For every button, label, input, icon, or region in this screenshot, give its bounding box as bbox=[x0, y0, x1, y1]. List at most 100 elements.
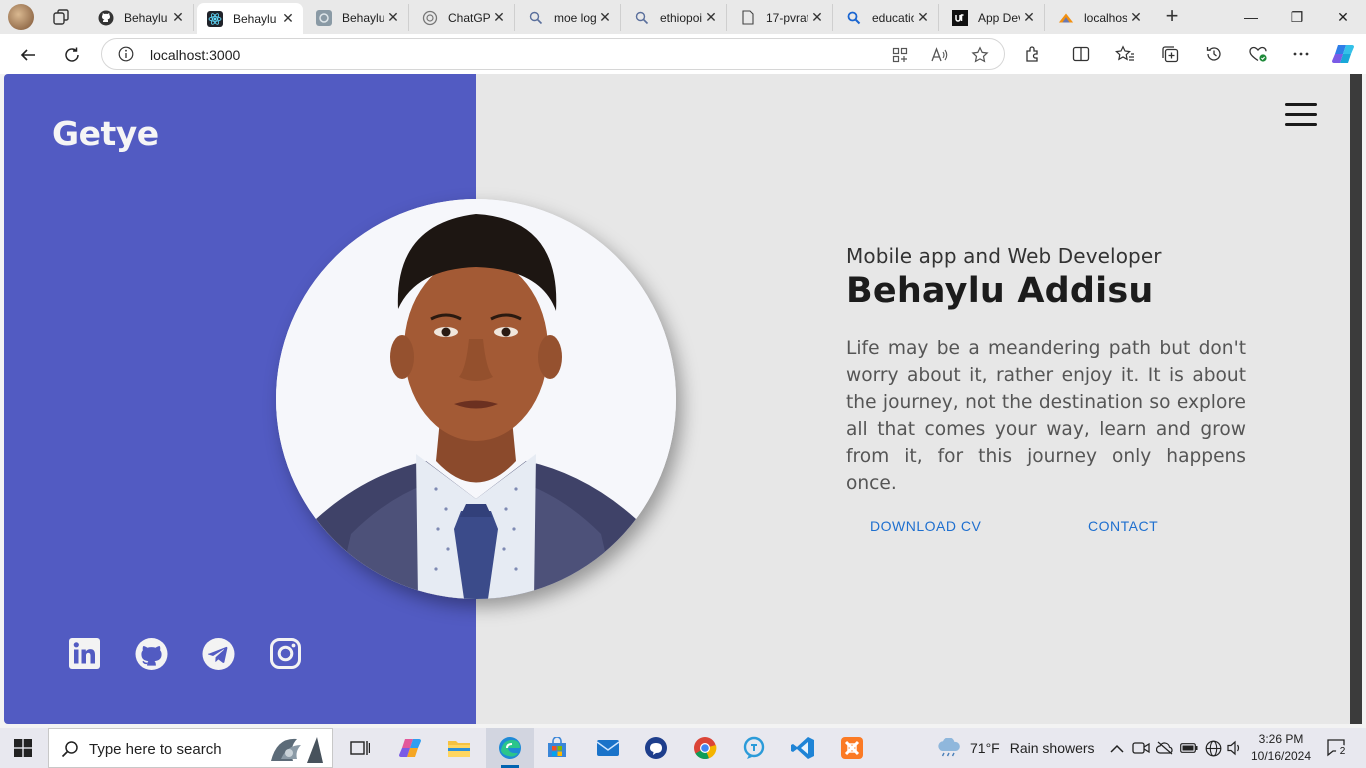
xampp-icon[interactable] bbox=[840, 736, 864, 760]
system-clock[interactable]: 3:26 PM 10/16/2024 bbox=[1250, 731, 1312, 765]
browser-tab[interactable]: ethiopoi ✕ bbox=[624, 4, 727, 31]
notifications-icon[interactable]: 2 bbox=[1325, 739, 1349, 758]
browser-tab[interactable]: Behaylu ✕ bbox=[306, 4, 409, 31]
tab-title: Behaylu bbox=[233, 11, 277, 26]
close-icon[interactable]: ✕ bbox=[808, 9, 826, 26]
search-icon bbox=[61, 741, 78, 758]
windows-taskbar: Type here to search 71°F Rain showers 3:… bbox=[0, 728, 1366, 768]
search-icon bbox=[634, 10, 650, 26]
weather-temp: 71°F bbox=[970, 740, 1000, 756]
gear-icon bbox=[316, 9, 332, 26]
messaging-app-icon[interactable] bbox=[644, 736, 668, 760]
profile-avatar[interactable] bbox=[8, 4, 34, 30]
refresh-button[interactable] bbox=[58, 41, 86, 69]
mail-icon[interactable] bbox=[596, 736, 620, 760]
close-icon[interactable]: ✕ bbox=[279, 10, 297, 27]
close-icon[interactable]: ✕ bbox=[169, 9, 187, 26]
minimize-button[interactable]: — bbox=[1228, 0, 1274, 34]
close-icon[interactable]: ✕ bbox=[1020, 9, 1038, 26]
back-button[interactable] bbox=[14, 41, 42, 69]
rain-cloud-icon bbox=[938, 738, 960, 757]
info-icon[interactable] bbox=[118, 46, 134, 62]
more-options-icon[interactable] bbox=[1289, 42, 1313, 66]
taskbar-search[interactable]: Type here to search bbox=[48, 728, 333, 768]
person-name: Behaylu Addisu bbox=[846, 271, 1154, 311]
close-icon[interactable]: ✕ bbox=[384, 9, 402, 26]
teams-chat-icon[interactable] bbox=[742, 736, 766, 760]
close-icon[interactable]: ✕ bbox=[490, 9, 508, 26]
clock-date: 10/16/2024 bbox=[1250, 749, 1312, 763]
browser-tab[interactable]: Behaylu ✕ bbox=[88, 4, 194, 31]
tab-title: educatio bbox=[872, 10, 914, 25]
performance-icon[interactable] bbox=[1246, 42, 1270, 66]
page-viewport: Getye Mobile app and Web Developer Behay… bbox=[4, 74, 1350, 724]
close-icon[interactable]: ✕ bbox=[1127, 9, 1145, 26]
tab-title: Behaylu bbox=[342, 10, 384, 25]
windows-start-icon[interactable] bbox=[14, 739, 32, 757]
history-icon[interactable] bbox=[1202, 42, 1226, 66]
download-cv-button[interactable]: DOWNLOAD CV bbox=[870, 518, 981, 534]
search-icon bbox=[528, 10, 544, 26]
volume-icon[interactable] bbox=[1226, 739, 1244, 757]
favorites-icon[interactable] bbox=[1113, 42, 1137, 66]
linkedin-icon[interactable] bbox=[68, 637, 101, 670]
vscode-icon[interactable] bbox=[791, 736, 815, 760]
close-icon[interactable]: ✕ bbox=[702, 9, 720, 26]
copilot-app-icon[interactable] bbox=[398, 736, 422, 760]
task-view-icon[interactable] bbox=[348, 736, 372, 760]
openai-icon bbox=[422, 10, 438, 26]
tab-title: ethiopoi bbox=[660, 10, 702, 25]
github-icon bbox=[98, 10, 114, 26]
apps-icon[interactable] bbox=[890, 45, 910, 65]
address-bar[interactable]: localhost:3000 bbox=[101, 38, 1005, 70]
instagram-icon[interactable] bbox=[269, 637, 302, 670]
page-scrollbar[interactable] bbox=[1350, 74, 1362, 724]
meet-now-icon[interactable] bbox=[1132, 739, 1150, 757]
document-icon bbox=[740, 10, 756, 26]
browser-tab[interactable]: moe log ✕ bbox=[518, 4, 621, 31]
network-globe-icon[interactable] bbox=[1204, 739, 1222, 757]
close-icon[interactable]: ✕ bbox=[914, 9, 932, 26]
close-icon[interactable]: ✕ bbox=[596, 9, 614, 26]
browser-tab[interactable]: App Dev ✕ bbox=[942, 4, 1045, 31]
contact-button[interactable]: CONTACT bbox=[1088, 518, 1158, 534]
search-icon bbox=[846, 10, 862, 26]
tab-title: Behaylu bbox=[124, 10, 168, 25]
tab-title: moe log bbox=[554, 10, 596, 25]
back-arrow-icon bbox=[20, 49, 35, 61]
udemy-icon bbox=[952, 9, 968, 26]
file-explorer-icon[interactable] bbox=[447, 736, 471, 760]
github-icon[interactable] bbox=[135, 637, 168, 670]
browser-tab[interactable]: ChatGPT ✕ bbox=[412, 4, 515, 31]
browser-tab[interactable]: 17-pvrat ✕ bbox=[730, 4, 833, 31]
chevron-up-icon[interactable] bbox=[1108, 739, 1126, 757]
browser-tab[interactable]: localhos ✕ bbox=[1048, 4, 1151, 31]
new-tab-button[interactable]: + bbox=[1160, 5, 1184, 29]
browser-tab[interactable]: educatio ✕ bbox=[836, 4, 939, 31]
onedrive-icon[interactable] bbox=[1156, 739, 1174, 757]
browser-tab-active[interactable]: Behaylu ✕ bbox=[197, 3, 303, 34]
copilot-icon[interactable] bbox=[1331, 42, 1355, 66]
extensions-icon[interactable] bbox=[1021, 42, 1045, 66]
battery-icon[interactable] bbox=[1180, 739, 1198, 757]
split-screen-icon[interactable] bbox=[1069, 42, 1093, 66]
telegram-icon[interactable] bbox=[202, 637, 235, 670]
workspaces-icon[interactable] bbox=[52, 8, 70, 26]
read-aloud-icon[interactable] bbox=[930, 45, 950, 65]
tab-title: 17-pvrat bbox=[766, 10, 808, 25]
restore-button[interactable]: ❐ bbox=[1274, 0, 1320, 34]
weather-widget[interactable]: 71°F Rain showers bbox=[936, 738, 1095, 758]
menu-button[interactable] bbox=[1285, 103, 1317, 127]
bio-text: Life may be a meandering path but don't … bbox=[846, 338, 1246, 494]
edge-icon[interactable] bbox=[498, 736, 522, 760]
brand-logo[interactable]: Getye bbox=[52, 114, 159, 153]
refresh-icon bbox=[65, 47, 79, 62]
chrome-icon[interactable] bbox=[693, 736, 717, 760]
url-text[interactable]: localhost:3000 bbox=[150, 47, 240, 63]
collections-icon[interactable] bbox=[1158, 42, 1182, 66]
close-window-button[interactable]: ✕ bbox=[1320, 0, 1366, 34]
favorite-star-icon[interactable] bbox=[970, 45, 990, 65]
job-title: Mobile app and Web Developer bbox=[846, 244, 1162, 268]
store-icon[interactable] bbox=[545, 736, 569, 760]
react-icon bbox=[207, 10, 223, 27]
